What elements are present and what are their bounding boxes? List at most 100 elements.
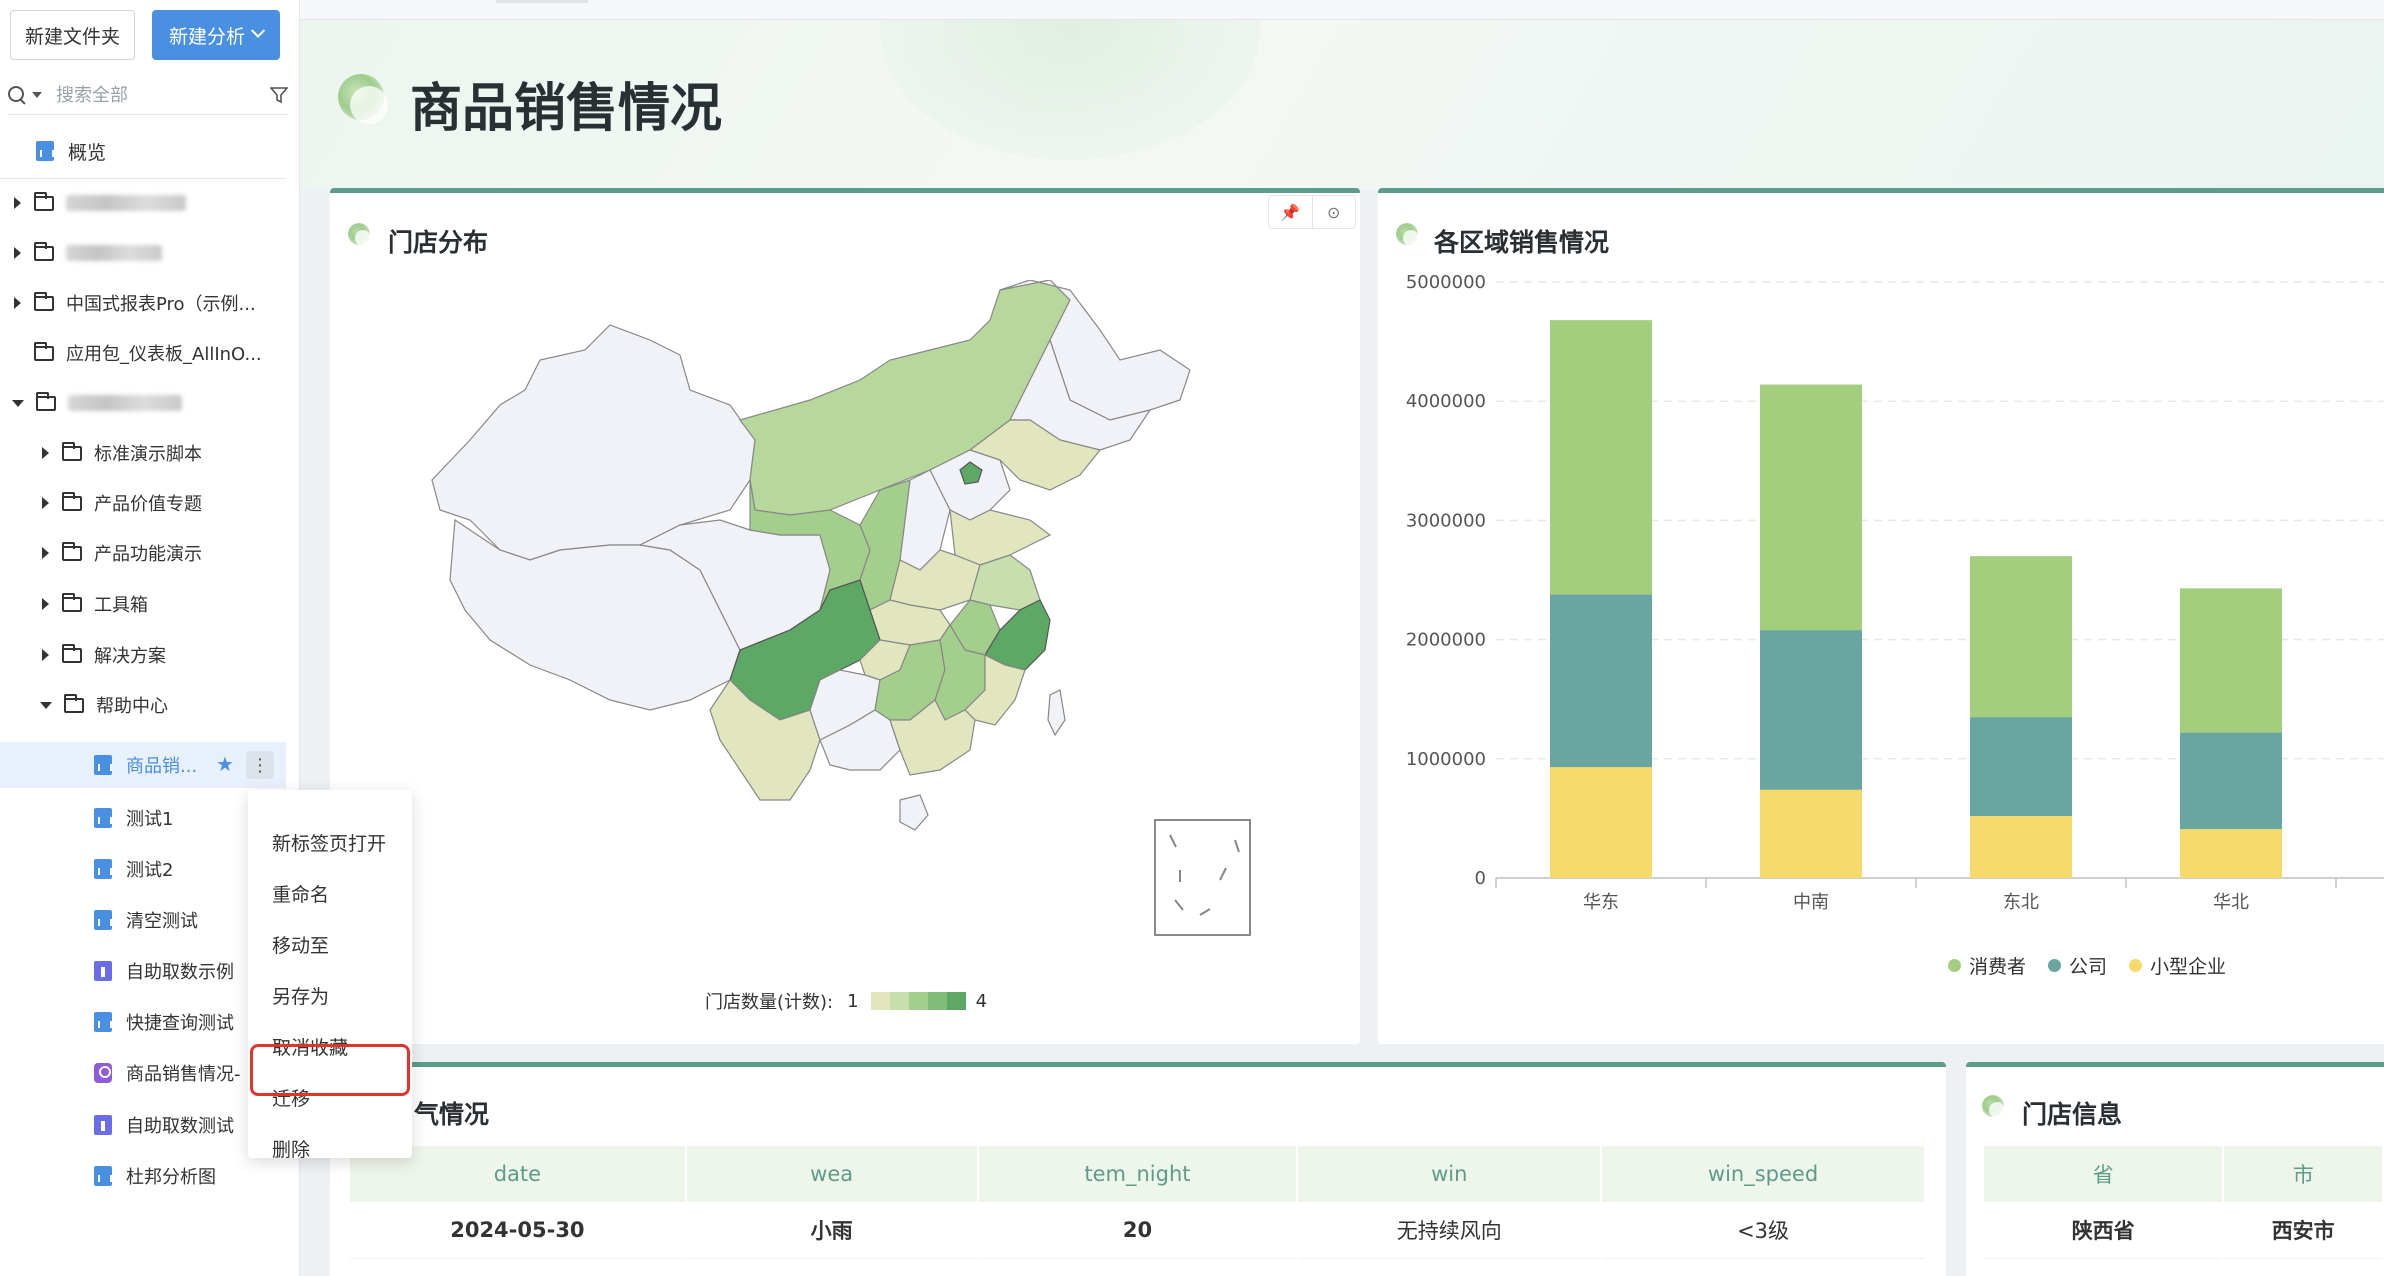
redacted-label (66, 195, 186, 211)
x-tick-label: 东北 (2003, 892, 2039, 913)
menu-item-delete[interactable]: 删除 (248, 1123, 412, 1173)
dashboard-icon (94, 755, 112, 775)
legend-item-company[interactable]: 公司 (2048, 952, 2107, 979)
menu-item-save-as[interactable]: 另存为 (248, 970, 412, 1020)
card-title-icon (1396, 223, 1419, 246)
menu-item-open-new-tab[interactable]: 新标签页打开 (248, 817, 412, 867)
tree-doc-quick-query-test[interactable]: 快捷查询测试 (94, 1005, 234, 1039)
expand-arrow-icon[interactable] (14, 197, 21, 209)
expand-arrow-icon[interactable] (42, 547, 49, 559)
tree-doc-self-fetch-example[interactable]: 自助取数示例 (94, 954, 234, 988)
tree-doc-test2[interactable]: 测试2 (94, 852, 173, 886)
tree-doc-sales-situation[interactable]: 商品销售情况- (94, 1056, 241, 1090)
expand-arrow-icon[interactable] (42, 598, 49, 610)
chart-legend: 消费者 公司 小型企业 (1948, 952, 2248, 979)
tree-doc-clear-test[interactable]: 清空测试 (94, 903, 198, 937)
bar-segment[interactable] (2180, 829, 2282, 878)
tab-indicator[interactable] (496, 0, 588, 3)
bar-segment[interactable] (1970, 717, 2072, 817)
download-icon (94, 961, 112, 981)
bar-segment[interactable] (1760, 384, 1862, 631)
x-tick-label: 华北 (2213, 892, 2249, 913)
overview-item[interactable]: 概览 (36, 136, 106, 166)
tree-folder-product-value[interactable]: 产品价值专题 (42, 486, 202, 520)
tree-folder-redacted-2[interactable] (14, 236, 162, 270)
tree-folder-product-features[interactable]: 产品功能演示 (42, 536, 202, 570)
expand-arrow-icon[interactable] (14, 247, 21, 259)
map-region-taiwan[interactable] (1047, 689, 1066, 737)
legend-label: 公司 (2069, 956, 2108, 978)
tree-folder-app-package[interactable]: 应用包_仪表板_AllInO... (34, 336, 262, 370)
legend-swatch (946, 992, 966, 1010)
y-tick-label: 4000000 (1406, 391, 1486, 412)
top-tab-strip (300, 0, 2384, 20)
tree-folder-china-report[interactable]: 中国式报表Pro（示例... (14, 286, 256, 320)
x-tick-label: 中南 (1793, 892, 1829, 913)
expand-arrow-icon[interactable] (42, 497, 49, 509)
filter-icon[interactable] (270, 86, 288, 104)
tree-folder-solutions[interactable]: 解决方案 (42, 638, 166, 672)
legend-item-consumer[interactable]: 消费者 (1948, 952, 2026, 979)
caret-down-icon[interactable] (32, 92, 42, 98)
search-input[interactable] (56, 84, 236, 106)
new-analysis-button[interactable]: 新建分析 (152, 10, 280, 60)
collapse-arrow-icon[interactable] (12, 399, 24, 407)
doc-label: 测试1 (126, 809, 174, 830)
menu-item-rename[interactable]: 重命名 (248, 868, 412, 918)
tree-doc-dupont[interactable]: 杜邦分析图 (94, 1159, 216, 1193)
table-row: 陕西省 西安市 (1984, 1202, 2384, 1259)
map-legend: 门店数量(计数): 1 4 (705, 988, 987, 1014)
store-card-title: 门店信息 (2022, 1100, 2123, 1129)
tree-doc-self-fetch-test[interactable]: 自助取数测试 (94, 1108, 234, 1142)
new-folder-label: 新建文件夹 (24, 25, 120, 48)
tree-folder-help-center[interactable]: 帮助中心 (40, 688, 168, 722)
divider (0, 178, 286, 179)
column-header[interactable]: win_speed (1601, 1146, 1926, 1202)
legend-dot (2048, 959, 2062, 972)
menu-item-label: 删除 (272, 1138, 311, 1161)
column-header[interactable]: 市 (2223, 1146, 2384, 1202)
tree-folder-standard-demo[interactable]: 标准演示脚本 (42, 436, 202, 470)
bar-segment[interactable] (1550, 320, 1652, 595)
menu-item-move-to[interactable]: 移动至 (248, 919, 412, 969)
search-icon[interactable] (8, 86, 26, 104)
tree-folder-redacted-open[interactable] (12, 386, 182, 420)
expand-arrow-icon[interactable] (42, 447, 49, 459)
folder-label: 产品功能演示 (94, 544, 202, 565)
column-header[interactable]: wea (685, 1146, 979, 1202)
bar-segment[interactable] (1550, 767, 1652, 878)
pin-icon[interactable]: 📌 (1269, 196, 1312, 228)
legend-item-small-business[interactable]: 小型企业 (2129, 952, 2226, 979)
map-region-shandong[interactable] (949, 508, 1052, 566)
tree-folder-redacted-1[interactable] (14, 186, 186, 220)
doc-label: 商品销... (126, 756, 198, 777)
collapse-arrow-icon[interactable] (40, 701, 52, 709)
map-region-hainan[interactable] (899, 794, 929, 831)
bar-segment[interactable] (1970, 816, 2072, 878)
folder-icon (34, 191, 54, 211)
bar-segment[interactable] (1550, 594, 1652, 768)
column-header[interactable]: 省 (1984, 1146, 2225, 1202)
column-header[interactable]: tem_night (977, 1146, 1299, 1202)
column-header[interactable]: win (1297, 1146, 1603, 1202)
folder-icon (34, 241, 54, 261)
new-folder-button[interactable]: 新建文件夹 (10, 10, 135, 60)
bar-segment[interactable] (2180, 588, 2282, 733)
tree-doc-current-selected[interactable]: 商品销... ★ ⋮ (0, 742, 286, 788)
download-circle-icon[interactable]: ⊙ (1311, 196, 1356, 228)
bar-segment[interactable] (2180, 732, 2282, 830)
more-options-button[interactable]: ⋮ (246, 751, 274, 779)
star-icon[interactable]: ★ (216, 752, 234, 776)
highlight-box (250, 1044, 410, 1096)
expand-arrow-icon[interactable] (14, 297, 21, 309)
tree-folder-toolbox[interactable]: 工具箱 (42, 587, 148, 621)
tree-doc-current[interactable]: 商品销... (94, 748, 197, 782)
menu-item-label: 移动至 (272, 934, 330, 957)
tree-doc-test1[interactable]: 测试1 (94, 801, 173, 835)
bar-segment[interactable] (1760, 789, 1862, 878)
bar-segment[interactable] (1970, 556, 2072, 718)
doc-label: 自助取数测试 (126, 1116, 234, 1137)
search-underline (8, 114, 288, 115)
bar-segment[interactable] (1760, 630, 1862, 790)
expand-arrow-icon[interactable] (42, 649, 49, 661)
